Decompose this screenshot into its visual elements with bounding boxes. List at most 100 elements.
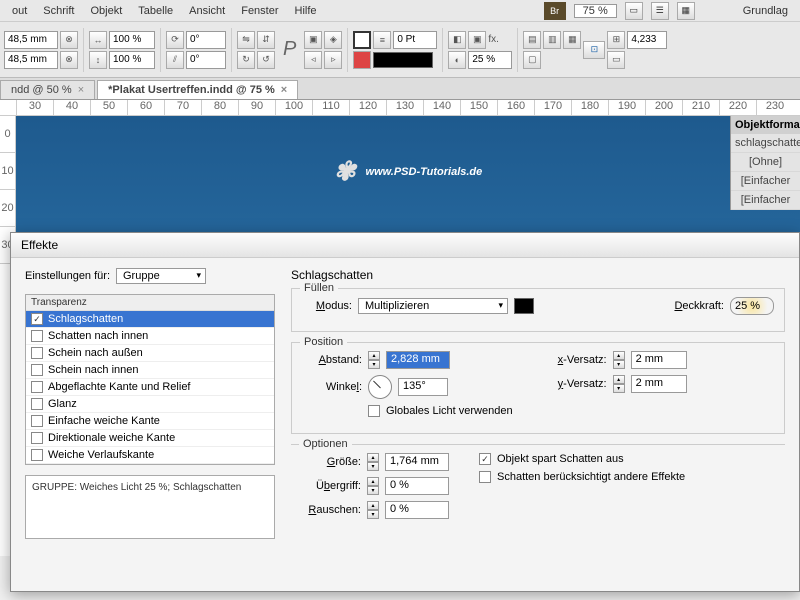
menu-objekt[interactable]: Objekt (82, 5, 130, 17)
link-icon[interactable]: ⊗ (60, 31, 78, 49)
fx-item-bevel[interactable]: Abgeflachte Kante und Relief (26, 379, 274, 396)
spread-label: Übergriff: (301, 480, 361, 492)
rotate-cw-icon[interactable]: ↻ (237, 51, 255, 69)
far-right-input[interactable] (627, 31, 667, 49)
global-light-checkbox[interactable] (368, 405, 380, 417)
distribute-icon[interactable]: ▭ (607, 51, 625, 69)
corner-icon[interactable]: ▢ (523, 51, 541, 69)
opacity-input[interactable] (468, 51, 512, 69)
effects-icon[interactable]: ◧ (448, 31, 466, 49)
spread-input[interactable]: 0 % (385, 477, 449, 495)
close-icon[interactable]: × (78, 84, 84, 96)
menu-schrift[interactable]: Schrift (35, 5, 82, 17)
link-icon-2[interactable]: ⊗ (60, 51, 78, 69)
mode-select[interactable]: Multiplizieren (358, 298, 508, 314)
fx-label[interactable]: fx. (488, 34, 499, 45)
color-swatch[interactable] (514, 298, 534, 314)
stroke-icon[interactable] (353, 51, 371, 69)
rotate-icon: ⟳ (166, 31, 184, 49)
size-input[interactable]: 1,764 mm (385, 453, 449, 471)
opacity-input[interactable]: 25 % (730, 297, 774, 315)
arrange-icon[interactable]: ▦ (677, 2, 695, 20)
fx-item-directional-feather[interactable]: Direktionale weiche Kante (26, 430, 274, 447)
checkbox-icon[interactable] (31, 381, 43, 393)
select-next-icon[interactable]: ▹ (324, 51, 342, 69)
textwrap-1-icon[interactable]: ▤ (523, 31, 541, 49)
select-prev-icon[interactable]: ◃ (304, 51, 322, 69)
wrap-icon[interactable]: ▣ (468, 31, 486, 49)
checkbox-icon[interactable] (31, 347, 43, 359)
noise-spinner[interactable]: ▴▾ (367, 501, 379, 519)
menu-tabelle[interactable]: Tabelle (130, 5, 181, 17)
screen-mode-icon[interactable]: ▭ (625, 2, 643, 20)
size-spinner[interactable]: ▴▾ (367, 453, 379, 471)
fill-icon[interactable] (353, 31, 371, 49)
y-position-input[interactable] (4, 51, 58, 69)
fx-item-inner-glow[interactable]: Schein nach innen (26, 362, 274, 379)
character-panel-icon[interactable]: P (283, 38, 296, 61)
select-container-icon[interactable]: ▣ (304, 31, 322, 49)
checkbox-icon[interactable] (31, 432, 43, 444)
checkbox-icon[interactable] (31, 415, 43, 427)
close-icon[interactable]: × (281, 84, 287, 96)
panel-item[interactable]: [Einfacher (731, 172, 800, 191)
panel-item[interactable]: schlagschatten (731, 134, 800, 153)
other-effects-checkbox[interactable] (479, 471, 491, 483)
yoffset-input[interactable]: 2 mm (631, 375, 687, 393)
xoffset-input[interactable]: 2 mm (631, 351, 687, 369)
stroke-weight-input[interactable] (393, 31, 437, 49)
angle-dial[interactable] (368, 375, 392, 399)
panel-item[interactable]: [Ohne] (731, 153, 800, 172)
menu-ansicht[interactable]: Ansicht (181, 5, 233, 17)
select-content-icon[interactable]: ◈ (324, 31, 342, 49)
tab-doc-1[interactable]: ndd @ 50 %× (0, 80, 95, 99)
dialog-title: Effekte (11, 233, 799, 258)
checkbox-icon[interactable] (31, 449, 43, 461)
tab-doc-2[interactable]: *Plakat Usertreffen.indd @ 75 %× (97, 80, 298, 99)
menu-fenster[interactable]: Fenster (233, 5, 286, 17)
flip-v-icon[interactable]: ⇵ (257, 31, 275, 49)
fx-item-outer-glow[interactable]: Schein nach außen (26, 345, 274, 362)
rotate-ccw-icon[interactable]: ↺ (257, 51, 275, 69)
frame-fitting-icon[interactable]: ⊡ (583, 41, 605, 59)
shear-icon: ⫽ (166, 51, 184, 69)
fill-fieldset: Füllen Modus: Multiplizieren Deckkraft: … (291, 288, 785, 332)
bridge-icon[interactable]: Br (544, 2, 566, 20)
view-options-icon[interactable]: ☰ (651, 2, 669, 20)
xoffset-spinner[interactable]: ▴▾ (613, 351, 625, 369)
panel-item[interactable]: [Einfacher (731, 191, 800, 210)
angle-input[interactable]: 135° (398, 378, 448, 396)
panel-header[interactable]: Objektforma (731, 116, 800, 134)
settings-for-select[interactable]: Gruppe (116, 268, 206, 284)
fx-item-gradient-feather[interactable]: Weiche Verlaufskante (26, 447, 274, 464)
object-styles-panel[interactable]: Objektforma schlagschatten [Ohne] [Einfa… (730, 116, 800, 210)
checkbox-icon[interactable]: ✓ (31, 313, 43, 325)
workspace-label[interactable]: Grundlag (703, 5, 796, 17)
effects-group-label[interactable]: Transparenz (26, 295, 274, 311)
scale-y-input[interactable] (109, 51, 155, 69)
yoffset-spinner[interactable]: ▴▾ (613, 375, 625, 393)
distance-input[interactable]: 2,828 mm (386, 351, 450, 369)
stroke-style-swatch[interactable] (373, 52, 433, 68)
fx-item-inner-shadow[interactable]: Schatten nach innen (26, 328, 274, 345)
menu-hilfe[interactable]: Hilfe (287, 5, 325, 17)
spread-spinner[interactable]: ▴▾ (367, 477, 379, 495)
scale-x-input[interactable] (109, 31, 155, 49)
textwrap-3-icon[interactable]: ▦ (563, 31, 581, 49)
menu-out[interactable]: out (4, 5, 35, 17)
zoom-level[interactable]: 75 % (574, 4, 617, 18)
x-position-input[interactable] (4, 31, 58, 49)
textwrap-2-icon[interactable]: ▥ (543, 31, 561, 49)
rotate-input[interactable] (186, 31, 226, 49)
fx-item-satin[interactable]: Glanz (26, 396, 274, 413)
flip-h-icon[interactable]: ⇋ (237, 31, 255, 49)
fx-item-schlagschatten[interactable]: ✓Schlagschatten (26, 311, 274, 328)
shear-input[interactable] (186, 51, 226, 69)
noise-input[interactable]: 0 % (385, 501, 449, 519)
knockout-checkbox[interactable]: ✓ (479, 453, 491, 465)
fx-item-basic-feather[interactable]: Einfache weiche Kante (26, 413, 274, 430)
checkbox-icon[interactable] (31, 398, 43, 410)
distance-spinner[interactable]: ▴▾ (368, 351, 380, 369)
checkbox-icon[interactable] (31, 330, 43, 342)
checkbox-icon[interactable] (31, 364, 43, 376)
